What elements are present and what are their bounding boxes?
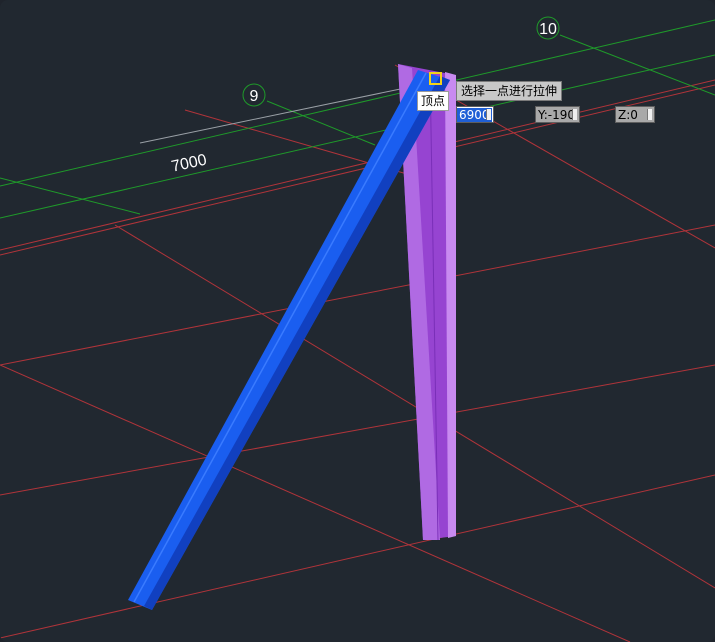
dynamic-input-x[interactable]: 6900 (456, 106, 494, 123)
model-space-canvas[interactable]: 9 10 7000 (0, 0, 715, 642)
command-prompt-tooltip: 选择一点进行拉伸 (456, 81, 563, 101)
input-caret (486, 109, 491, 120)
red-grid (0, 64, 715, 642)
grid-label-10: 10 (539, 21, 557, 38)
cad-viewport[interactable]: 9 10 7000 顶点 选择一点进行拉伸 6900 Y:-190 Z:0 (0, 0, 715, 642)
dynamic-input-z-value[interactable]: Z:0 (616, 108, 638, 122)
input-scroll-handle (572, 109, 577, 120)
dynamic-input-z[interactable]: Z:0 (615, 106, 655, 123)
grid-label-9: 9 (250, 88, 259, 105)
dynamic-input-y[interactable]: Y:-190 (535, 106, 580, 123)
brace-beam[interactable] (128, 70, 450, 610)
dimension-line (139, 86, 411, 144)
input-scroll-handle (647, 109, 652, 120)
snap-tooltip: 顶点 (417, 91, 450, 111)
dynamic-input-y-value[interactable]: Y:-190 (536, 108, 575, 122)
